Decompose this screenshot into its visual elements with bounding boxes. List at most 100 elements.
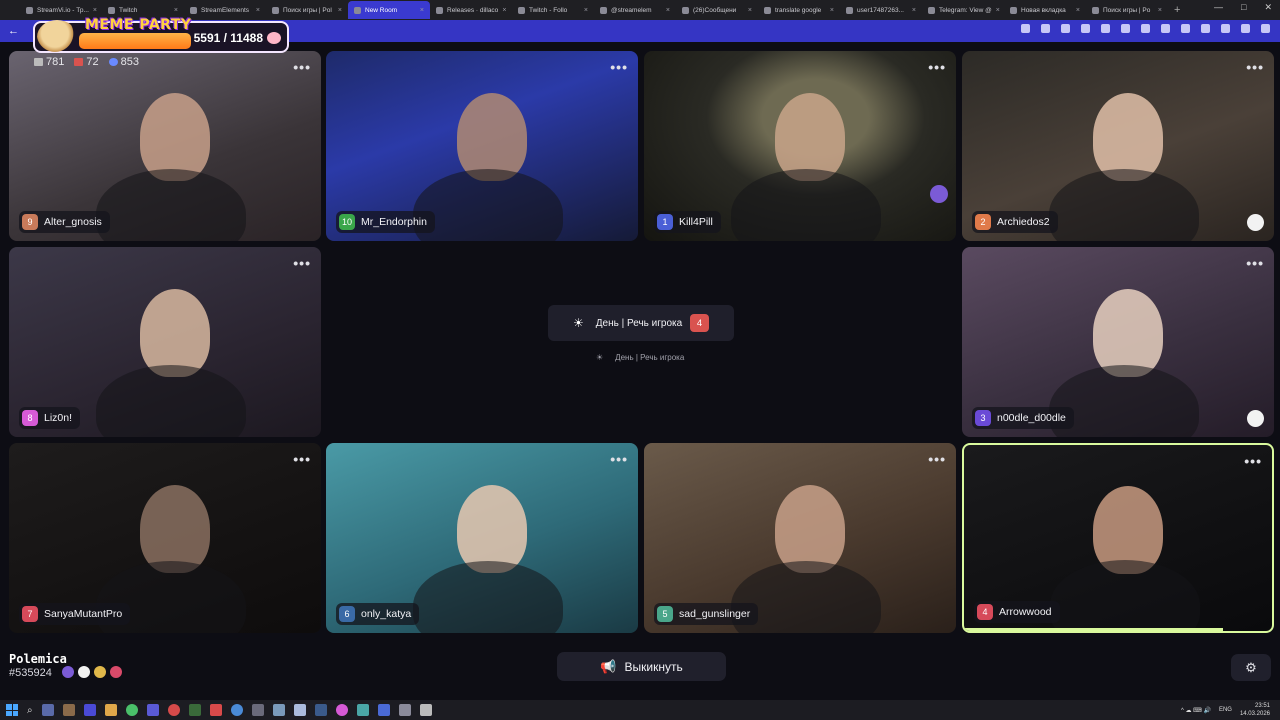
player-tile[interactable]: ••• 6 only_katya xyxy=(326,443,638,633)
back-arrow-icon[interactable]: ← xyxy=(8,25,19,37)
player-tile[interactable]: ••• 1 Kill4Pill xyxy=(644,51,956,241)
app-icon[interactable] xyxy=(272,704,285,716)
browser-tab[interactable]: Поиск игры | Po × xyxy=(1086,1,1168,19)
browser-tab[interactable]: (26)Сообщени × xyxy=(676,1,758,19)
more-options-icon[interactable]: ••• xyxy=(610,451,628,467)
player-tile[interactable]: ••• 3 n00dle_d00dle xyxy=(962,247,1274,437)
extension-icon[interactable] xyxy=(1081,24,1090,33)
player-tile[interactable]: ••• 9 Alter_gnosis xyxy=(9,51,321,241)
gear-icon[interactable] xyxy=(419,704,432,716)
browser-tab[interactable]: Releases · dillaco × xyxy=(430,1,512,19)
close-tab-icon[interactable]: × xyxy=(502,7,506,14)
player-number: 8 xyxy=(22,410,38,426)
app-icon[interactable] xyxy=(356,704,369,716)
close-tab-icon[interactable]: × xyxy=(748,7,752,14)
player-tile[interactable]: ••• 5 sad_gunslinger xyxy=(644,443,956,633)
player-tile[interactable]: ••• 2 Archiedos2 xyxy=(962,51,1274,241)
extension-icon[interactable] xyxy=(1141,24,1150,33)
player-badge: 3 n00dle_d00dle xyxy=(972,407,1074,429)
browser-tab[interactable]: Новая вкладка × xyxy=(1004,1,1086,19)
more-options-icon[interactable]: ••• xyxy=(1246,255,1264,271)
more-options-icon[interactable]: ••• xyxy=(293,255,311,271)
more-options-icon[interactable]: ••• xyxy=(293,59,311,75)
close-tab-icon[interactable]: × xyxy=(666,7,670,14)
close-tab-icon[interactable]: × xyxy=(256,7,260,14)
steam-icon[interactable] xyxy=(314,704,327,716)
language-indicator[interactable]: ENG xyxy=(1219,707,1232,713)
stream-stats: 781 72 853 xyxy=(34,56,139,68)
maximize-icon[interactable]: □ xyxy=(1241,2,1246,13)
close-tab-icon[interactable]: × xyxy=(93,7,97,14)
app-icon[interactable] xyxy=(209,704,222,716)
windows-start-icon[interactable] xyxy=(6,704,18,716)
player-tile[interactable]: ••• 4 Arrowwood xyxy=(962,443,1274,633)
minimize-icon[interactable]: — xyxy=(1214,2,1223,13)
browser-tab[interactable]: @streamelem × xyxy=(594,1,676,19)
browser-tab[interactable]: New Room × xyxy=(348,1,430,19)
star-icon[interactable] xyxy=(1021,24,1030,33)
player-number: 6 xyxy=(339,606,355,622)
avatar[interactable] xyxy=(1241,24,1250,33)
browser-tab[interactable]: user17487263... × xyxy=(840,1,922,19)
app-icon[interactable] xyxy=(251,704,264,716)
browser-tab[interactable]: Поиск игры | Pol × xyxy=(266,1,348,19)
extension-icon[interactable] xyxy=(1101,24,1110,33)
phase-subtitle: ☀ День | Речь игрока xyxy=(596,353,685,362)
chrome-icon[interactable] xyxy=(125,704,138,716)
extension-icon[interactable] xyxy=(1161,24,1170,33)
close-tab-icon[interactable]: × xyxy=(1158,7,1162,14)
player-tile[interactable]: ••• 8 Liz0n! xyxy=(9,247,321,437)
more-options-icon[interactable]: ••• xyxy=(1244,453,1262,469)
close-tab-icon[interactable]: × xyxy=(830,7,834,14)
extension-icon[interactable] xyxy=(1221,24,1230,33)
chat-icon xyxy=(34,58,43,66)
browser-tab[interactable]: Twitch - Follo × xyxy=(512,1,594,19)
browser-tab[interactable]: StreamElements × xyxy=(184,1,266,19)
app-icon[interactable] xyxy=(83,704,96,716)
close-tab-icon[interactable]: × xyxy=(174,7,178,14)
app-icon[interactable] xyxy=(293,704,306,716)
extension-icon[interactable] xyxy=(1201,24,1210,33)
player-tile[interactable]: ••• 10 Mr_Endorphin xyxy=(326,51,638,241)
browser-tab[interactable]: Telegram: View @ × xyxy=(922,1,1004,19)
close-tab-icon[interactable]: × xyxy=(1076,7,1080,14)
settings-button[interactable]: ⚙ xyxy=(1231,654,1271,681)
app-icon[interactable] xyxy=(335,704,348,716)
close-tab-icon[interactable]: × xyxy=(912,7,916,14)
more-options-icon[interactable]: ••• xyxy=(928,451,946,467)
player-badge: 7 SanyaMutantPro xyxy=(19,603,131,625)
kick-button[interactable]: 📢 Выкикнуть xyxy=(557,652,726,681)
folder-icon[interactable] xyxy=(104,704,117,716)
tray-icons[interactable]: ^ ☁ ⌨ 🔊 xyxy=(1181,707,1211,714)
extension-icon[interactable] xyxy=(1121,24,1130,33)
player-name: Kill4Pill xyxy=(679,216,713,228)
extension-icon[interactable] xyxy=(1041,24,1050,33)
app-icon[interactable] xyxy=(230,704,243,716)
more-options-icon[interactable]: ••• xyxy=(610,59,628,75)
app-icon[interactable] xyxy=(398,704,411,716)
more-menu-icon[interactable] xyxy=(1261,24,1270,33)
player-tile[interactable]: ••• 7 SanyaMutantPro xyxy=(9,443,321,633)
close-tab-icon[interactable]: × xyxy=(584,7,588,14)
new-tab-button[interactable]: + xyxy=(1174,4,1180,16)
app-icon[interactable] xyxy=(41,704,54,716)
extension-icon[interactable] xyxy=(1181,24,1190,33)
close-tab-icon[interactable]: × xyxy=(996,7,1000,14)
gun-icon xyxy=(1247,410,1264,427)
app-icon[interactable] xyxy=(377,704,390,716)
extension-icons xyxy=(1021,24,1270,33)
search-icon[interactable]: ⌕ xyxy=(27,705,33,716)
more-options-icon[interactable]: ••• xyxy=(293,451,311,467)
app-icon[interactable] xyxy=(167,704,180,716)
browser-tab[interactable]: translate google × xyxy=(758,1,840,19)
close-tab-icon[interactable]: × xyxy=(420,7,424,14)
clock[interactable]: 23:51 14.03.2026 xyxy=(1240,702,1270,718)
close-icon[interactable]: ✕ xyxy=(1264,2,1272,13)
close-tab-icon[interactable]: × xyxy=(338,7,342,14)
extension-icon[interactable] xyxy=(1061,24,1070,33)
app-icon[interactable] xyxy=(146,704,159,716)
app-icon[interactable] xyxy=(188,704,201,716)
app-icon[interactable] xyxy=(62,704,75,716)
more-options-icon[interactable]: ••• xyxy=(1246,59,1264,75)
more-options-icon[interactable]: ••• xyxy=(928,59,946,75)
